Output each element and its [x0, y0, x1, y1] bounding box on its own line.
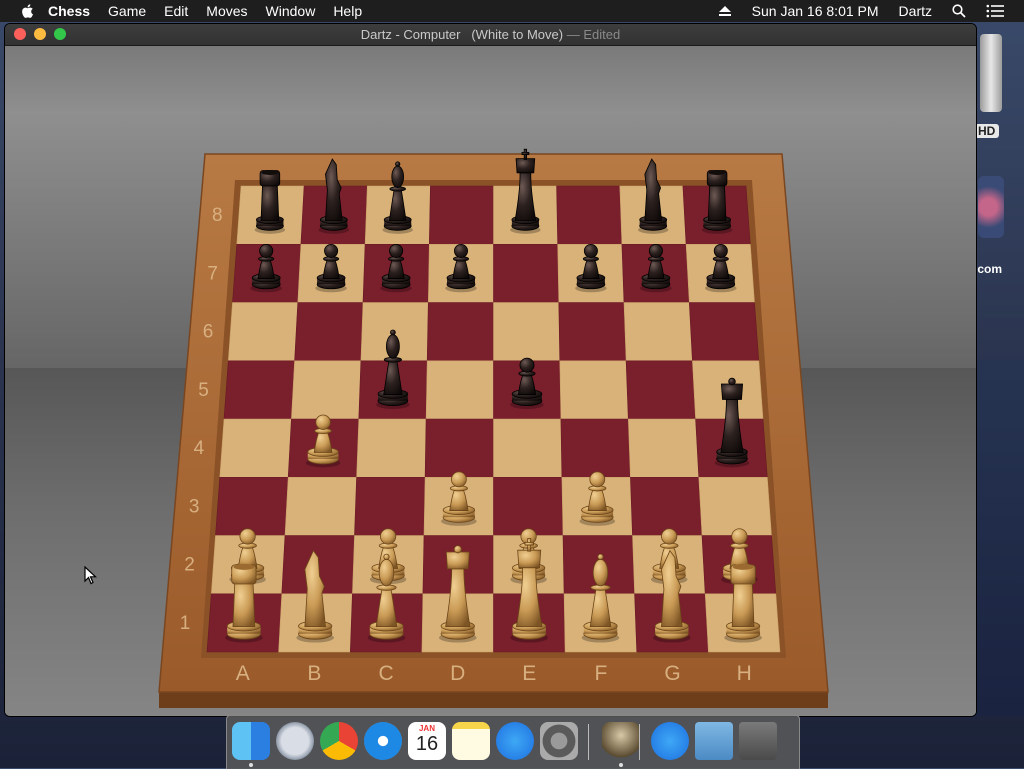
board-square[interactable] [698, 476, 772, 536]
board-square[interactable] [428, 185, 494, 245]
file-label: D [450, 662, 465, 685]
board-square[interactable] [560, 418, 631, 478]
calendar-icon[interactable]: JAN 16 [408, 722, 446, 760]
board-square[interactable] [223, 360, 295, 420]
board-square[interactable] [425, 360, 494, 420]
menu-edit[interactable]: Edit [164, 3, 188, 19]
rank-label: 5 [198, 380, 209, 401]
board-square[interactable] [493, 476, 564, 536]
chess-board[interactable]: 1 2 3 4 5 6 7 8 A B C D E F G H [5, 46, 976, 716]
trash-icon[interactable] [739, 722, 777, 760]
window-title-name: Dartz - Computer [360, 27, 461, 42]
board-square[interactable] [291, 360, 362, 420]
app-icon [978, 176, 1004, 238]
settings-icon[interactable] [540, 722, 578, 760]
clock-datetime[interactable]: Sun Jan 16 8:01 PM [752, 3, 879, 19]
board-square[interactable] [426, 302, 494, 362]
calendar-month: JAN [418, 724, 435, 733]
board-square[interactable] [493, 302, 561, 362]
board-square[interactable] [215, 476, 289, 536]
hard-drive-icon [980, 34, 1002, 112]
rank-label: 8 [212, 205, 223, 226]
file-label: E [522, 662, 536, 685]
rank-label: 4 [194, 438, 205, 459]
board-square[interactable] [424, 418, 494, 478]
app-store-icon[interactable] [496, 722, 534, 760]
board-square[interactable] [219, 418, 292, 478]
file-label: A [236, 662, 250, 685]
board-square[interactable] [356, 418, 427, 478]
rank-label: 1 [180, 613, 191, 634]
turn-status: (White to Move) [471, 27, 564, 42]
window-title: Dartz - Computer (White to Move) — Edite… [5, 27, 976, 42]
desktop-wallpaper [974, 360, 1024, 716]
board-scene[interactable]: 1 2 3 4 5 6 7 8 A B C D E F G H [5, 46, 976, 716]
board-square[interactable] [630, 476, 703, 536]
dock-separator [588, 724, 589, 760]
file-label: F [594, 662, 607, 685]
downloads-folder-icon[interactable] [695, 722, 733, 760]
rank-label: 6 [203, 322, 214, 343]
board-square[interactable] [559, 360, 629, 420]
chess-icon[interactable] [602, 722, 640, 760]
rank-label: 7 [207, 263, 218, 284]
board-square[interactable] [625, 360, 696, 420]
notification-center-icon[interactable] [986, 4, 1004, 18]
menu-moves[interactable]: Moves [206, 3, 247, 19]
board-square[interactable] [493, 418, 563, 478]
rank-label: 3 [189, 496, 200, 517]
board-square[interactable] [558, 302, 627, 362]
running-indicator [619, 763, 623, 767]
dock-separator [639, 724, 640, 760]
notes-icon[interactable] [452, 722, 490, 760]
window-titlebar[interactable]: Dartz - Computer (White to Move) — Edite… [5, 24, 976, 46]
board-square[interactable] [623, 302, 693, 362]
board-square[interactable] [294, 302, 364, 362]
desktop-app-item[interactable]: .com [974, 170, 1024, 280]
board-square[interactable] [556, 185, 623, 245]
chess-window: Dartz - Computer (White to Move) — Edite… [5, 24, 976, 716]
dock: JAN 16 [226, 715, 800, 769]
edited-indicator: — Edited [566, 27, 621, 42]
board-square[interactable] [493, 244, 560, 303]
desktop-hard-drive[interactable]: HD [974, 28, 1024, 140]
mouse-cursor-icon [84, 566, 98, 585]
menu-window[interactable]: Window [266, 3, 316, 19]
launchpad-icon[interactable] [276, 722, 314, 760]
file-label: B [307, 662, 321, 685]
applications-folder-icon[interactable] [651, 722, 689, 760]
desktop-item-label: .com [974, 262, 1003, 276]
rank-label: 2 [184, 555, 195, 576]
calendar-day: 16 [415, 733, 439, 755]
menu-help[interactable]: Help [333, 3, 362, 19]
eject-icon[interactable] [718, 5, 732, 17]
desktop-item-label: HD [974, 124, 1000, 138]
menu-bar: Chess Game Edit Moves Window Help Sun Ja… [0, 0, 1024, 22]
safari-icon[interactable] [364, 722, 402, 760]
apple-icon[interactable] [20, 3, 36, 19]
board-square[interactable] [354, 476, 426, 536]
running-indicator [249, 763, 253, 767]
user-name[interactable]: Dartz [899, 3, 932, 19]
board-square[interactable] [227, 302, 299, 362]
chrome-icon[interactable] [320, 722, 358, 760]
file-label: H [737, 662, 752, 685]
finder-icon[interactable] [232, 722, 270, 760]
search-icon[interactable] [952, 4, 966, 18]
menu-game[interactable]: Game [108, 3, 146, 19]
file-label: G [664, 662, 680, 685]
file-label: C [379, 662, 394, 685]
board-square[interactable] [627, 418, 700, 478]
menu-app-name[interactable]: Chess [48, 3, 90, 19]
board-square[interactable] [688, 302, 760, 362]
board-square[interactable] [284, 476, 357, 536]
